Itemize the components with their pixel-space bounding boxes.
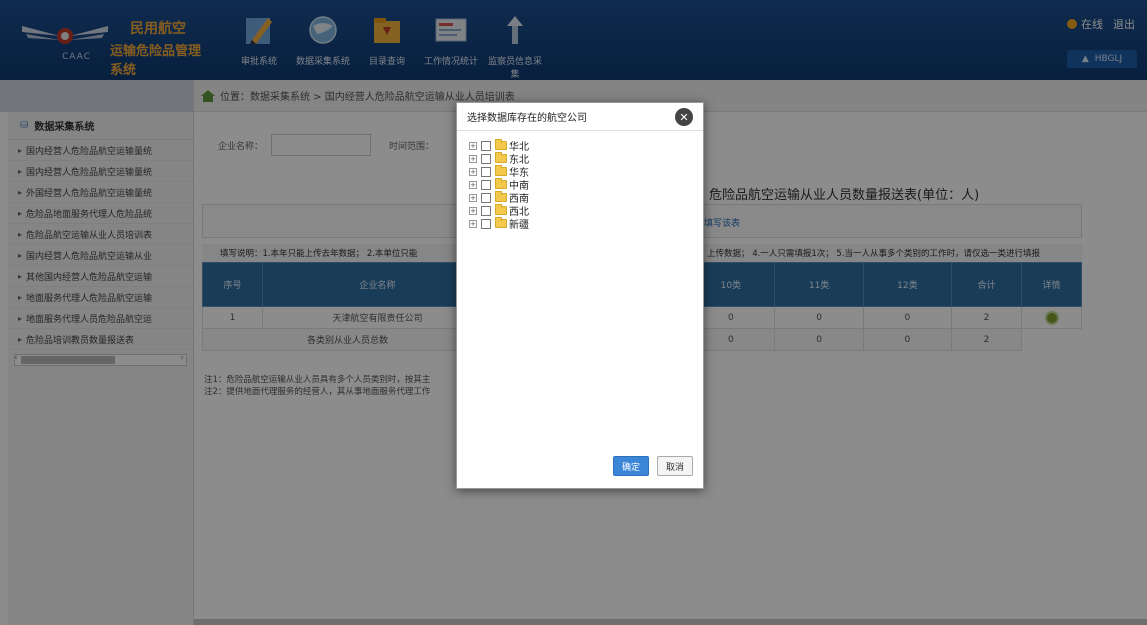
expand-icon[interactable]: +: [469, 219, 477, 228]
tree-checkbox[interactable]: [481, 140, 491, 151]
close-icon[interactable]: ✕: [675, 108, 693, 126]
dialog-header: 选择数据库存在的航空公司: [457, 103, 703, 131]
dialog-buttons: 确定 取消: [612, 456, 693, 476]
folder-icon: [495, 139, 507, 150]
tree-checkbox[interactable]: [481, 205, 491, 216]
tree-checkbox[interactable]: [481, 166, 491, 177]
tree-checkbox[interactable]: [481, 179, 491, 190]
cancel-button[interactable]: 取消: [656, 456, 693, 476]
folder-icon: [495, 217, 507, 228]
folder-icon: [495, 204, 507, 215]
tree-node-label[interactable]: 新疆: [509, 216, 529, 231]
folder-icon: [495, 165, 507, 176]
expand-icon[interactable]: +: [469, 154, 477, 163]
folder-icon: [495, 152, 507, 163]
tree-checkbox[interactable]: [481, 192, 491, 203]
expand-icon[interactable]: +: [469, 141, 477, 150]
tree-checkbox[interactable]: [481, 153, 491, 164]
expand-icon[interactable]: +: [469, 180, 477, 189]
expand-icon[interactable]: +: [469, 167, 477, 176]
region-tree: + 华北 + 东北 + 华东 + 中南 + 西南 + 西北 + 新疆: [469, 139, 529, 231]
tree-checkbox[interactable]: [481, 218, 491, 229]
expand-icon[interactable]: +: [469, 193, 477, 202]
folder-icon: [495, 191, 507, 202]
tree-node: + 新疆: [469, 216, 529, 231]
airline-select-dialog: 选择数据库存在的航空公司 ✕ + 华北 + 东北 + 华东 + 中南 + 西南 …: [456, 102, 704, 489]
expand-icon[interactable]: +: [469, 206, 477, 215]
confirm-button[interactable]: 确定: [612, 456, 649, 476]
folder-icon: [495, 178, 507, 189]
dialog-title: 选择数据库存在的航空公司: [467, 113, 587, 124]
